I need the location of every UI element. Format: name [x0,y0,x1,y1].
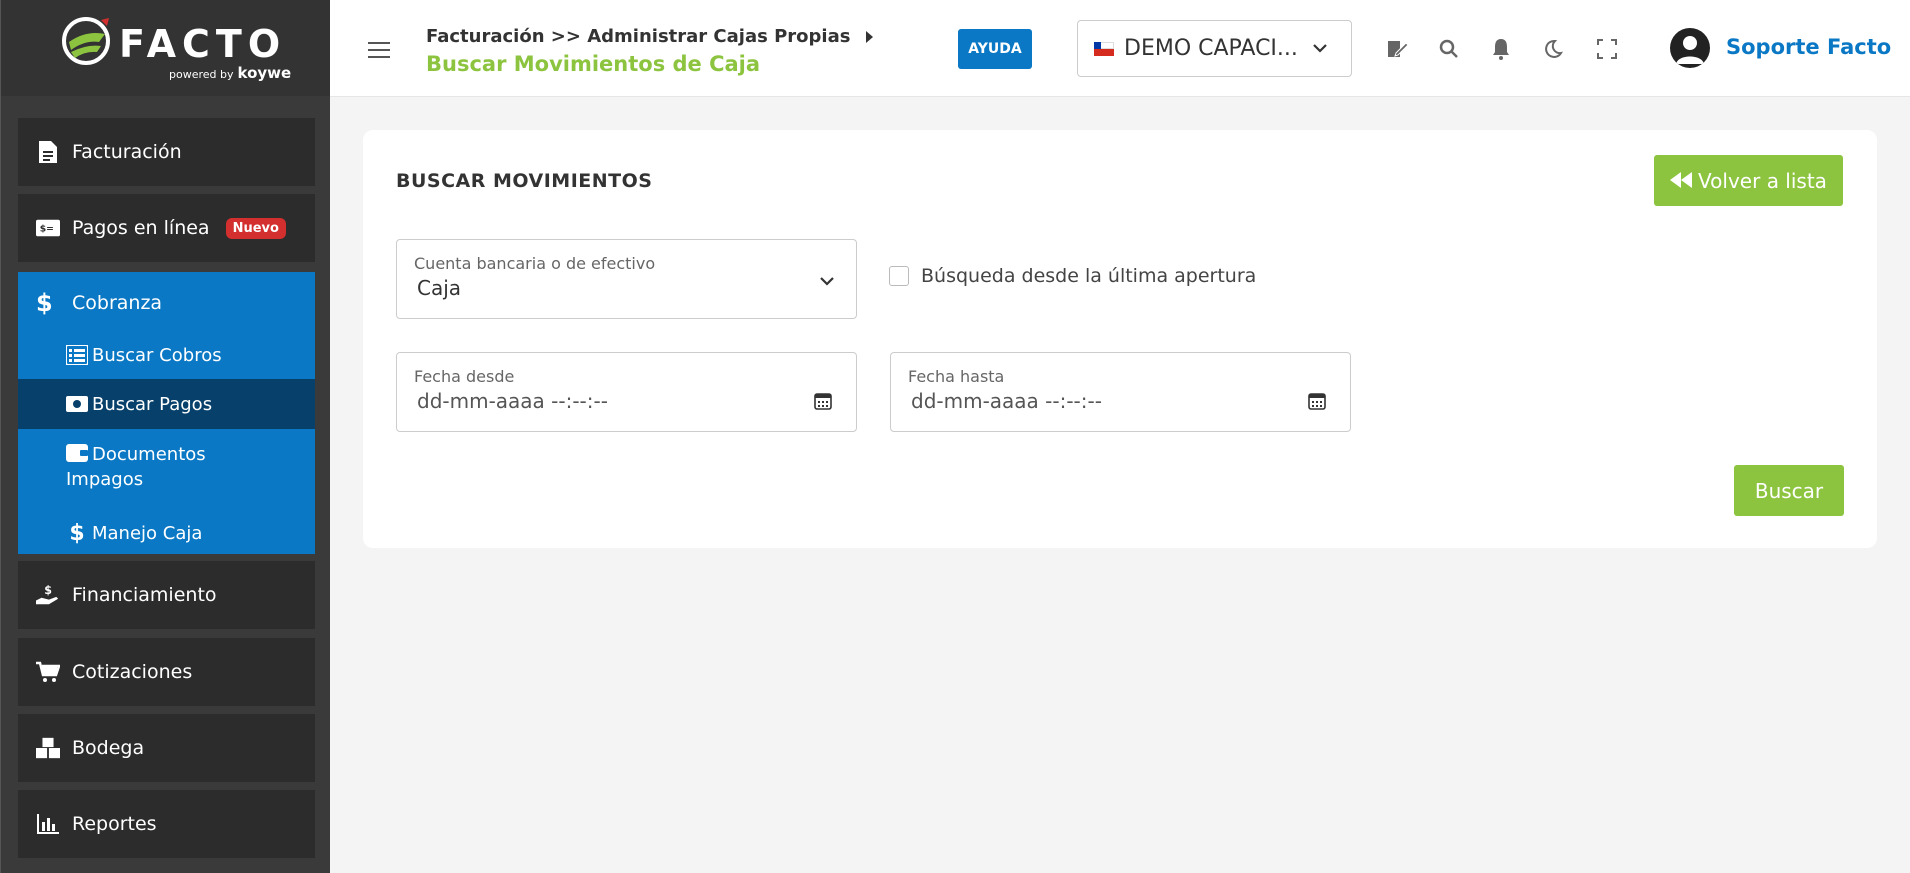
brand-powered-by: powered by [169,68,234,81]
sidebar-item-label: Pagos en línea [72,217,210,239]
list-icon [66,345,88,365]
signature-icon[interactable] [1384,36,1410,62]
sidebar-subitem-buscar-pagos[interactable]: Buscar Pagos [18,379,315,429]
sidebar-item-label: Financiamiento [72,584,217,606]
app-root: FACTO powered by koywe Facturación $= Pag… [0,0,1910,873]
facto-logo-icon [62,17,110,65]
sidebar-item-label: Facturación [72,141,182,163]
fullscreen-icon[interactable] [1594,36,1620,62]
sidebar-item-cotizaciones[interactable]: Cotizaciones [18,638,315,706]
logo-area[interactable]: FACTO powered by koywe [1,0,331,96]
date-to-placeholder: dd-mm-aaaa --:--:-- [911,389,1102,413]
since-last-open-checkbox[interactable] [889,266,909,286]
sidebar-item-cobranza[interactable]: $ Cobranza [18,272,315,334]
search-button[interactable]: Buscar [1734,465,1844,516]
sidebar-item-pagos-en-linea[interactable]: $= Pagos en línea Nuevo [18,194,315,262]
svg-text:$: $ [44,584,52,597]
breadcrumb-text[interactable]: Facturación >> Administrar Cajas Propias [426,26,850,47]
sidebar-subitem-label: Buscar Pagos [92,393,213,415]
search-movements-card: BUSCAR MOVIMIENTOS Volver a lista Cuenta… [363,130,1877,548]
sidebar-item-label: Cotizaciones [72,661,193,683]
account-select-value: Caja [417,276,462,300]
card-title: BUSCAR MOVIMIENTOS [396,170,653,192]
dollar-icon: $ [36,289,53,317]
avatar[interactable] [1670,28,1710,68]
dollar-icon: $ [69,520,85,546]
sidebar-subitem-documentos-impagos[interactable]: Documentos Impagos [18,432,315,512]
page-title: Buscar Movimientos de Caja [426,52,761,76]
date-to-label: Fecha hasta [908,367,1005,386]
money-icon [66,396,88,412]
top-header: Facturación >> Administrar Cajas Propias… [330,0,1910,97]
account-select-label: Cuenta bancaria o de efectivo [414,254,656,273]
bar-chart-icon [36,812,60,836]
sidebar-subitem-text: Documentos Impagos [66,442,266,492]
sidebar-group-cobranza: $ Cobranza Buscar Cobros Buscar Pagos Do… [18,272,315,554]
calendar-icon[interactable] [814,392,832,410]
sidebar-item-facturacion[interactable]: Facturación [18,118,315,186]
sidebar-item-label: Reportes [72,813,157,835]
wallet-icon [66,444,88,462]
sidebar-subitem-label: Buscar Cobros [92,344,222,366]
svg-text:$=: $= [40,224,54,235]
chile-flag-icon [1094,41,1114,56]
user-name[interactable]: Soporte Facto [1726,35,1891,59]
new-badge: Nuevo [225,217,286,239]
company-selector[interactable]: DEMO CAPACI... [1077,20,1352,77]
date-from-placeholder: dd-mm-aaaa --:--:-- [417,389,608,413]
sidebar-item-label: Bodega [72,737,145,759]
caret-right-icon [866,30,874,43]
cart-icon [36,660,60,684]
sidebar: FACTO powered by koywe Facturación $= Pag… [0,0,331,873]
menu-toggle-icon[interactable] [368,42,390,60]
since-last-open-checkbox-row[interactable]: Búsqueda desde la última apertura [889,265,1256,287]
backward-icon [1670,169,1693,193]
help-button[interactable]: AYUDA [958,29,1032,69]
brand-partner: koywe [237,64,292,82]
sidebar-item-financiamiento[interactable]: $ Financiamiento [18,561,315,629]
sidebar-subitem-manejo-caja[interactable]: $ Manejo Caja [18,512,315,554]
date-to-field[interactable]: Fecha hasta dd-mm-aaaa --:--:-- [890,352,1351,432]
sidebar-subitem-label: Manejo Caja [92,522,203,544]
brand-powered: powered by koywe [169,64,291,82]
search-icon[interactable] [1436,36,1462,62]
sidebar-item-reportes[interactable]: Reportes [18,790,315,858]
company-name: DEMO CAPACI... [1124,36,1298,61]
sidebar-item-label: Cobranza [72,292,163,314]
bell-icon[interactable] [1488,36,1514,62]
since-last-open-label: Búsqueda desde la última apertura [921,265,1257,287]
money-bill-icon: $= [36,216,60,240]
chevron-down-icon [820,277,834,286]
brand-name: FACTO [119,22,287,66]
sidebar-subitem-buscar-cobros[interactable]: Buscar Cobros [18,334,315,376]
back-to-list-label: Volver a lista [1698,168,1827,193]
hand-holding-dollar-icon: $ [36,583,60,607]
date-from-label: Fecha desde [414,367,515,386]
date-from-field[interactable]: Fecha desde dd-mm-aaaa --:--:-- [396,352,857,432]
breadcrumb: Facturación >> Administrar Cajas Propias [426,26,874,47]
calendar-icon[interactable] [1308,392,1326,410]
chevron-down-icon [1313,44,1327,53]
file-icon [36,140,60,164]
boxes-icon [36,736,60,760]
account-select[interactable]: Cuenta bancaria o de efectivo Caja [396,239,857,319]
moon-icon[interactable] [1540,36,1566,62]
sidebar-item-bodega[interactable]: Bodega [18,714,315,782]
back-to-list-button[interactable]: Volver a lista [1654,155,1843,206]
